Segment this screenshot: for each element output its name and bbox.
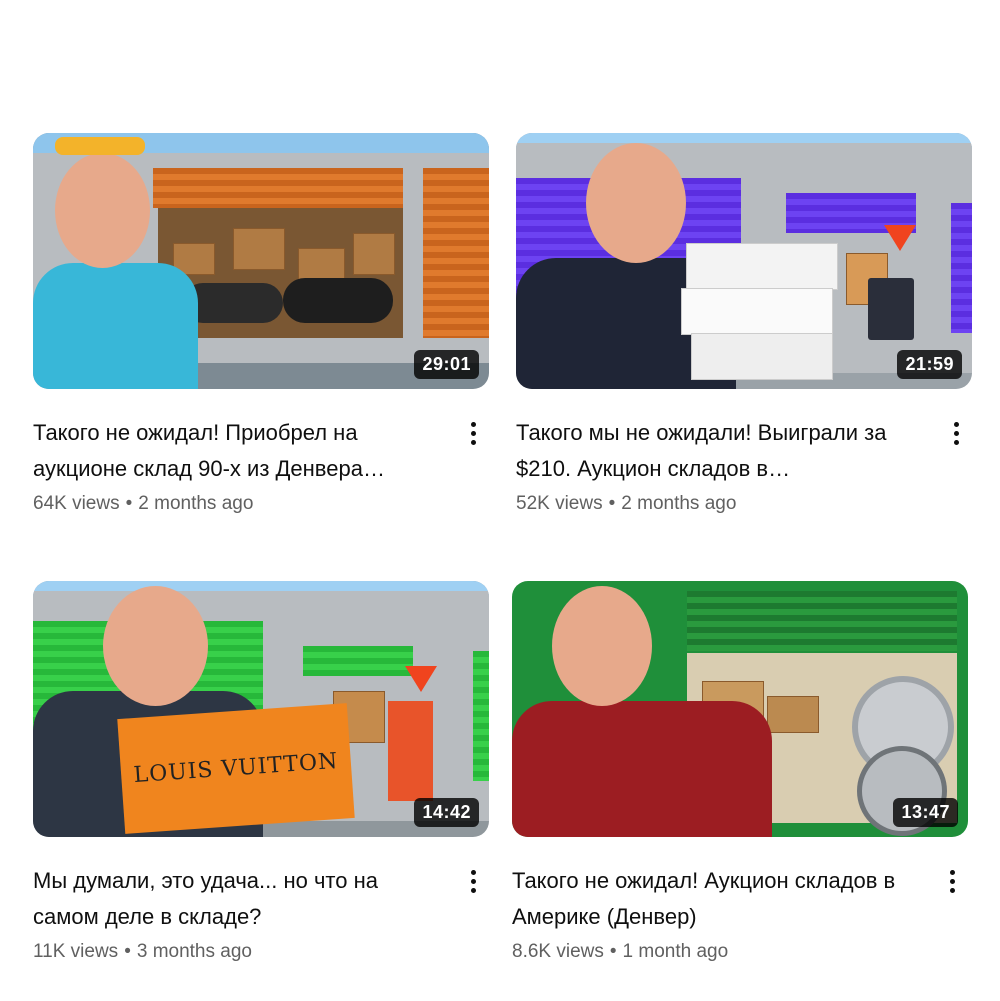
video-card[interactable]: 21:59 Такого мы не ожидали! Выиграли за … xyxy=(516,133,972,515)
separator-dot: • xyxy=(124,941,131,962)
kebab-menu-icon[interactable] xyxy=(461,417,485,449)
video-title[interactable]: Такого не ожидал! Аукцион складов в Амер… xyxy=(512,863,924,935)
video-card[interactable]: 29:01 Такого не ожидал! Приобрел на аукц… xyxy=(33,133,489,515)
video-thumbnail[interactable]: 29:01 xyxy=(33,133,489,389)
video-card[interactable]: 13:47 Такого не ожидал! Аукцион складов … xyxy=(512,581,968,963)
video-stats: 8.6K views • 1 month ago xyxy=(512,941,924,963)
view-count: 11K views xyxy=(33,941,119,962)
video-stats: 52K views • 2 months ago xyxy=(516,493,928,515)
separator-dot: • xyxy=(608,493,616,514)
video-stats: 11K views • 3 months ago xyxy=(33,941,445,963)
video-title[interactable]: Такого не ожидал! Приобрел на аукционе с… xyxy=(33,415,445,487)
separator-dot: • xyxy=(609,941,617,962)
video-thumbnail[interactable]: LOUIS VUITTON 14:42 xyxy=(33,581,489,837)
separator-dot: • xyxy=(125,493,133,514)
video-title[interactable]: Такого мы не ожидали! Выиграли за $210. … xyxy=(516,415,928,487)
video-title[interactable]: Мы думали, это удача... но что на самом … xyxy=(33,863,445,935)
kebab-menu-icon[interactable] xyxy=(461,865,485,897)
upload-age: 3 months ago xyxy=(136,941,252,962)
video-stats: 64K views • 2 months ago xyxy=(33,493,445,515)
view-count: 8.6K views xyxy=(512,941,604,962)
thumbnail-box-label: LOUIS VUITTON xyxy=(117,703,355,834)
video-duration-badge: 29:01 xyxy=(414,350,479,379)
video-duration-badge: 21:59 xyxy=(897,350,962,379)
video-duration-badge: 13:47 xyxy=(893,798,958,827)
upload-age: 1 month ago xyxy=(622,941,729,962)
video-card[interactable]: LOUIS VUITTON 14:42 Мы думали, это удача… xyxy=(33,581,489,963)
kebab-menu-icon[interactable] xyxy=(944,417,968,449)
video-thumbnail[interactable]: 13:47 xyxy=(512,581,968,837)
video-duration-badge: 14:42 xyxy=(414,798,479,827)
upload-age: 2 months ago xyxy=(138,493,254,514)
kebab-menu-icon[interactable] xyxy=(940,865,964,897)
view-count: 52K views xyxy=(516,493,603,514)
video-thumbnail[interactable]: 21:59 xyxy=(516,133,972,389)
view-count: 64K views xyxy=(33,493,120,514)
upload-age: 2 months ago xyxy=(621,493,737,514)
